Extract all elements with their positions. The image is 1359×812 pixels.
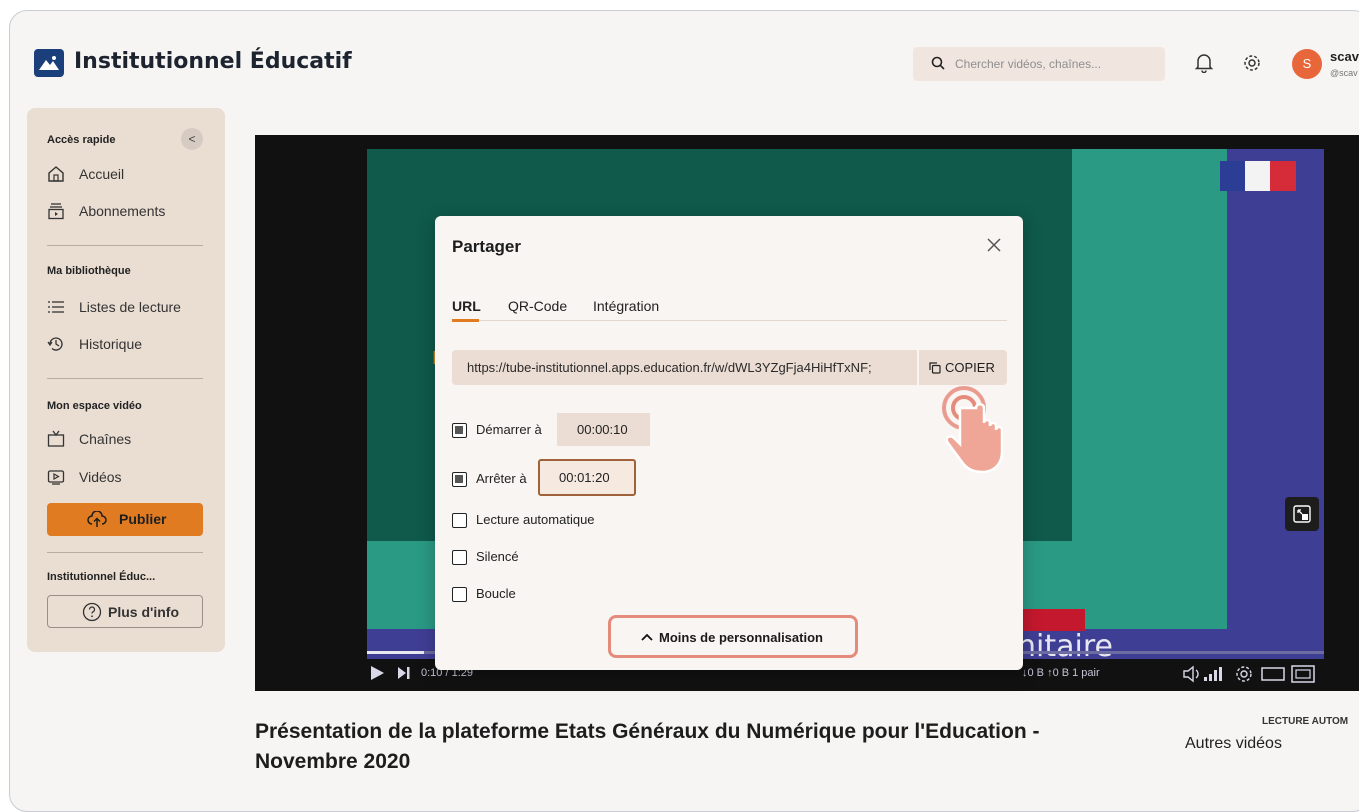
copy-icon xyxy=(929,362,941,374)
muted-label: Silencé xyxy=(476,549,519,564)
slide-shape xyxy=(1015,609,1085,631)
user-name[interactable]: scav xyxy=(1330,49,1359,64)
search-input[interactable]: Chercher vidéos, chaînes... xyxy=(913,47,1165,81)
stop-at-label: Arrêter à xyxy=(476,471,527,486)
publish-label: Publier xyxy=(119,511,167,527)
picture-in-picture-button[interactable] xyxy=(1285,497,1319,531)
gear-icon[interactable] xyxy=(1242,53,1262,73)
search-placeholder: Chercher vidéos, chaînes... xyxy=(955,57,1102,71)
section-title-library: Ma bibliothèque xyxy=(47,265,131,277)
avatar[interactable]: S xyxy=(1292,49,1322,79)
play-icon[interactable] xyxy=(369,665,385,681)
sidebar: Accès rapide < Accueil Abonnements Ma bi… xyxy=(27,108,225,652)
next-icon[interactable] xyxy=(397,666,411,680)
sidebar-item-label: Vidéos xyxy=(79,469,122,485)
stop-at-checkbox[interactable] xyxy=(452,472,467,487)
video-title: Présentation de la plateforme Etats Géné… xyxy=(255,720,1040,773)
upload-icon xyxy=(87,511,107,527)
video-icon xyxy=(47,470,65,485)
start-at-checkbox[interactable] xyxy=(452,423,467,438)
top-header: Institutionnel Éducatif Chercher vidéos,… xyxy=(10,11,1359,106)
publish-button[interactable]: Publier xyxy=(47,503,203,536)
brand-name[interactable]: Institutionnel Éducatif xyxy=(74,49,352,74)
less-customization-label: Moins de personnalisation xyxy=(659,630,823,645)
help-icon xyxy=(82,602,102,622)
section-title-video-space: Mon espace vidéo xyxy=(47,400,142,412)
collapse-sidebar-button[interactable]: < xyxy=(181,128,203,150)
browser-frame: Institutionnel Éducatif Chercher vidéos,… xyxy=(9,10,1359,812)
sidebar-item-label: Listes de lecture xyxy=(79,299,181,315)
search-icon xyxy=(931,56,945,70)
share-url-field[interactable]: https://tube-institutionnel.apps.educati… xyxy=(452,350,917,385)
copy-button[interactable]: COPIER xyxy=(919,350,1007,385)
sidebar-item-label: Abonnements xyxy=(79,203,166,219)
more-info-button[interactable]: Plus d'info xyxy=(47,595,203,628)
active-tab-indicator xyxy=(452,319,479,322)
start-at-label: Démarrer à xyxy=(476,422,542,437)
autoplay-checkbox[interactable] xyxy=(452,513,467,528)
share-url-value: https://tube-institutionnel.apps.educati… xyxy=(467,360,872,375)
copy-label: COPIER xyxy=(945,360,995,375)
logo-icon[interactable] xyxy=(34,49,64,77)
autoplay-toggle-label[interactable]: LECTURE AUTOM xyxy=(1262,716,1348,727)
subscriptions-icon xyxy=(48,203,64,220)
section-title-quick-access: Accès rapide xyxy=(47,134,116,146)
stop-time-input[interactable]: 00:01:20 xyxy=(538,459,636,496)
tv-icon xyxy=(47,430,65,447)
list-icon xyxy=(48,301,64,313)
start-time-input[interactable]: 00:00:10 xyxy=(557,413,650,446)
bell-icon[interactable] xyxy=(1195,53,1213,73)
tabs-divider xyxy=(452,320,1007,321)
modal-title: Partager xyxy=(452,237,521,256)
muted-checkbox[interactable] xyxy=(452,550,467,565)
republic-logo xyxy=(1220,161,1296,191)
tap-hand-icon xyxy=(942,386,1004,474)
pip-icon xyxy=(1293,505,1311,523)
divider xyxy=(47,552,203,553)
player-right-icons[interactable] xyxy=(1182,664,1322,684)
history-icon xyxy=(47,337,63,351)
progress-fill xyxy=(367,651,425,654)
less-customization-button[interactable]: Moins de personnalisation xyxy=(608,615,858,658)
start-time-value: 00:00:10 xyxy=(577,422,628,437)
more-info-label: Plus d'info xyxy=(108,604,179,620)
loop-checkbox[interactable] xyxy=(452,587,467,602)
section-title-instance: Institutionnel Éduc... xyxy=(47,571,156,583)
stop-time-value: 00:01:20 xyxy=(559,470,610,485)
sidebar-item-label: Historique xyxy=(79,336,143,352)
tab-integration[interactable]: Intégration xyxy=(593,298,659,314)
divider xyxy=(47,245,203,246)
autoplay-label: Lecture automatique xyxy=(476,512,595,527)
other-videos-heading: Autres vidéos xyxy=(1185,735,1282,752)
sidebar-item-label: Accueil xyxy=(79,166,125,182)
tab-qr-code[interactable]: QR-Code xyxy=(508,298,567,314)
user-handle: @scav xyxy=(1330,68,1358,78)
chevron-up-icon xyxy=(641,633,653,641)
tab-url[interactable]: URL xyxy=(452,298,481,314)
loop-label: Boucle xyxy=(476,586,516,601)
p2p-stats: ↓0 B ↑0 B 1 pair xyxy=(1022,667,1100,679)
close-icon[interactable] xyxy=(987,238,1001,252)
home-icon xyxy=(48,166,64,182)
divider xyxy=(47,378,203,379)
share-modal: Partager URL QR-Code Intégration https:/… xyxy=(435,216,1023,670)
sidebar-item-label: Chaînes xyxy=(79,431,132,447)
